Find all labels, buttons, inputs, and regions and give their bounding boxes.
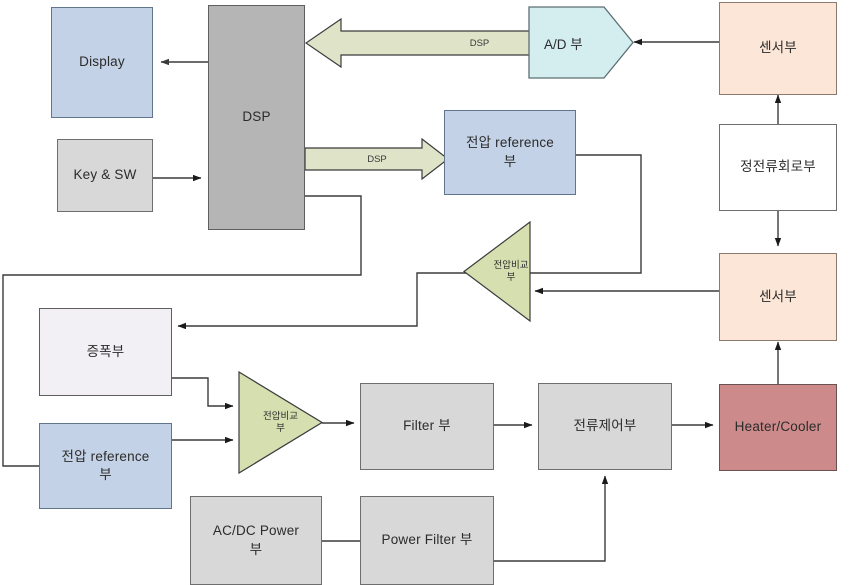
node-voltage-comparator-right[interactable]: 전압비교 부 <box>463 221 531 322</box>
node-sensor-mid[interactable]: 센서부 <box>719 253 837 341</box>
node-heater-cooler-label: Heater/Cooler <box>734 419 822 435</box>
node-power-filter-label: Power Filter 부 <box>381 532 473 548</box>
edge-amp-to-vcompleft <box>172 377 234 410</box>
block-diagram-canvas: Display Key & SW DSP DSP DSP A/D 부 센서부 정… <box>0 0 852 585</box>
node-constant-current-circuit-label: 정전류회로부 <box>740 159 816 175</box>
node-amplifier-label: 증폭부 <box>86 343 125 359</box>
node-current-controller-label: 전류제어부 <box>573 418 637 434</box>
node-voltage-reference-bottom-label: 전압 reference 부 <box>61 448 150 482</box>
node-filter-label: Filter 부 <box>403 418 451 434</box>
node-filter[interactable]: Filter 부 <box>360 383 494 470</box>
node-constant-current-circuit[interactable]: 정전류회로부 <box>719 124 837 211</box>
node-sensor-mid-label: 센서부 <box>759 288 797 304</box>
node-key-sw-label: Key & SW <box>73 167 137 183</box>
node-sensor-top-label: 센서부 <box>759 40 797 56</box>
node-ad-converter[interactable]: A/D 부 <box>528 6 634 79</box>
node-voltage-reference-top[interactable]: 전압 reference 부 <box>444 110 576 195</box>
node-key-sw[interactable]: Key & SW <box>57 139 153 212</box>
node-voltage-reference-top-label: 전압 reference 부 <box>465 135 555 169</box>
node-power-filter[interactable]: Power Filter 부 <box>360 496 494 585</box>
node-voltage-comparator-left[interactable]: 전압비교 부 <box>238 371 323 474</box>
bus-arrow-dsp-in: DSP <box>305 18 542 68</box>
node-dsp[interactable]: DSP <box>208 5 305 230</box>
node-display-label: Display <box>79 54 125 70</box>
node-acdc-power-label: AC/DC Power 부 <box>212 523 300 557</box>
node-current-controller[interactable]: 전류제어부 <box>538 383 672 470</box>
node-acdc-power[interactable]: AC/DC Power 부 <box>190 496 322 585</box>
bus-arrow-dsp-out: DSP <box>305 138 449 180</box>
node-display[interactable]: Display <box>51 7 153 118</box>
node-sensor-top[interactable]: 센서부 <box>719 2 837 95</box>
node-amplifier[interactable]: 증폭부 <box>39 308 172 396</box>
node-voltage-reference-bottom[interactable]: 전압 reference 부 <box>39 423 172 509</box>
node-heater-cooler[interactable]: Heater/Cooler <box>719 384 837 471</box>
edge-powerfilter-to-currentctrl <box>494 475 609 562</box>
edge-vcompright-to-amp <box>177 272 466 330</box>
node-dsp-label: DSP <box>242 109 271 125</box>
